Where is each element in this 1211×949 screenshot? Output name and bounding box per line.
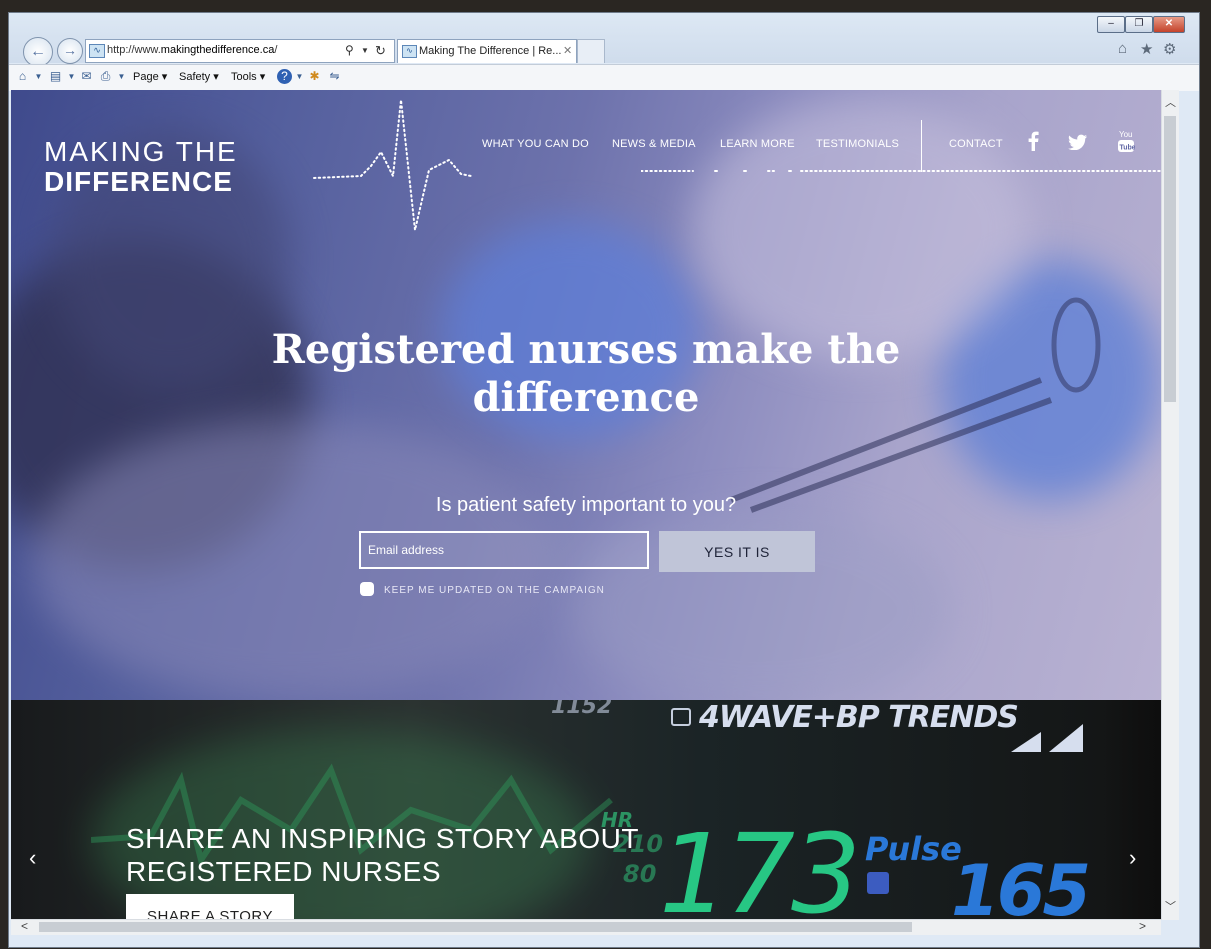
back-button[interactable]: ← <box>23 37 53 67</box>
chevron-down-icon[interactable]: ▼ <box>292 69 307 84</box>
tools-menu[interactable]: Tools ▾ <box>231 65 265 89</box>
feeds-icon[interactable]: ▤ <box>48 69 63 84</box>
chevron-left-icon[interactable]: < <box>21 919 28 933</box>
address-bar[interactable]: ∿ http://www.makingthedifference.ca/ ⚲ ▼… <box>85 39 395 63</box>
slide-title-line1: SHARE AN INSPIRING STORY ABOUT <box>126 823 639 854</box>
close-tab-icon[interactable]: ✕ <box>563 40 572 62</box>
monitor-pulse-value: 165 <box>951 850 1091 930</box>
mail-icon[interactable]: ✉ <box>79 69 94 84</box>
restore-button[interactable]: ❐ <box>1125 16 1153 33</box>
chevron-up-icon[interactable]: ︿ <box>1165 94 1176 110</box>
logo-text-bottom[interactable]: DIFFERENCE <box>44 166 233 198</box>
monitor-ramp-icon <box>1011 724 1083 752</box>
hero-headline: Registered nurses make the difference <box>271 326 901 421</box>
refresh-icon[interactable]: ↻ <box>375 40 386 61</box>
page-menu[interactable]: Page ▾ <box>133 65 167 89</box>
story-slider: 1152 4WAVE+BP TRENDS HR 210 80 173 Pulse… <box>11 700 1161 930</box>
vertical-scroll-thumb[interactable] <box>1164 116 1176 402</box>
close-window-button[interactable]: ✕ <box>1153 16 1185 33</box>
address-url: http://www.makingthedifference.ca/ <box>107 44 278 56</box>
monitor-number-top: 1152 <box>551 700 613 719</box>
monitor-big-number: 173 <box>659 810 861 930</box>
facebook-icon[interactable] <box>1026 130 1040 152</box>
hero-section: MAKING THE DIFFERENCE WHAT YOU CAN DO NE… <box>11 90 1161 700</box>
help-icon[interactable]: ? <box>277 69 292 84</box>
twitter-icon[interactable] <box>1068 134 1088 150</box>
nav-news-media[interactable]: NEWS & MEDIA <box>612 138 696 150</box>
photo-monitor-edge <box>1101 700 1161 930</box>
favorites-star-icon[interactable]: ★ <box>1140 40 1153 58</box>
nav-contact[interactable]: CONTACT <box>949 138 1003 150</box>
monitor-header: 4WAVE+BP TRENDS <box>699 700 1019 735</box>
vertical-scrollbar[interactable]: ︿ ﹀ <box>1161 90 1179 920</box>
safety-menu[interactable]: Safety ▾ <box>179 65 219 89</box>
minimize-button[interactable]: – <box>1097 16 1125 33</box>
tab-title: Making The Difference | Re... <box>419 45 562 57</box>
svg-text:Tube: Tube <box>1120 145 1136 152</box>
search-icon[interactable]: ⚲ <box>345 40 354 61</box>
chevron-down-icon[interactable]: ▼ <box>361 40 369 61</box>
keep-updated-checkbox[interactable] <box>360 582 374 596</box>
chevron-down-icon[interactable]: ﹀ <box>1165 898 1176 914</box>
nav-dotted-line <box>641 170 1161 172</box>
chevron-down-icon[interactable]: ▼ <box>114 69 129 84</box>
nav-divider <box>921 120 922 172</box>
tab-favicon-icon: ∿ <box>402 45 417 58</box>
svg-text:You: You <box>1119 130 1133 139</box>
addon-icon[interactable]: ✱ <box>307 69 322 84</box>
browser-titlebar: – ❐ ✕ ← → ∿ http://www.makingthedifferen… <box>9 13 1199 67</box>
print-icon[interactable]: ⎙ <box>98 69 113 84</box>
horizontal-scroll-thumb[interactable] <box>39 922 912 932</box>
monitor-heart-icon <box>867 872 889 894</box>
chevron-right-icon[interactable]: > <box>1139 919 1146 933</box>
new-tab-button[interactable] <box>577 39 605 63</box>
hero-question: Is patient safety important to you? <box>435 494 737 516</box>
home-icon[interactable]: ⌂ <box>15 69 30 84</box>
nav-testimonials[interactable]: TESTIMONIALS <box>816 138 899 150</box>
logo-text-top[interactable]: MAKING THE <box>44 136 238 168</box>
keep-updated-label: KEEP ME UPDATED ON THE CAMPAIGN <box>384 585 605 596</box>
nav-what-you-can-do[interactable]: WHAT YOU CAN DO <box>482 138 589 150</box>
page-viewport: MAKING THE DIFFERENCE WHAT YOU CAN DO NE… <box>11 90 1161 930</box>
chevron-down-icon[interactable]: ▼ <box>64 69 79 84</box>
chevron-right-icon[interactable]: › <box>1129 845 1136 871</box>
browser-tab[interactable]: ∿ Making The Difference | Re... ✕ <box>397 39 577 63</box>
compatibility-icon[interactable]: ⇋ <box>327 69 342 84</box>
chevron-down-icon[interactable]: ▼ <box>31 69 46 84</box>
email-field[interactable] <box>359 531 649 569</box>
site-favicon-icon: ∿ <box>89 44 105 58</box>
command-bar: ⌂ ▼ ▤ ▼ ✉ ⎙ ▼ Page ▾ Safety ▾ Tools ▾ ? … <box>9 64 1199 91</box>
home-icon[interactable]: ⌂ <box>1118 40 1127 57</box>
monitor-pulse-label: Pulse <box>865 830 962 868</box>
monitor-trends-icon <box>671 708 691 726</box>
forward-button[interactable]: → <box>57 38 83 64</box>
slide-title-line2: REGISTERED NURSES <box>126 856 441 887</box>
settings-gear-icon[interactable]: ⚙ <box>1163 40 1176 58</box>
slide-title: SHARE AN INSPIRING STORY ABOUT REGISTERE… <box>126 822 639 888</box>
horizontal-scrollbar[interactable]: < > <box>11 919 1161 935</box>
yes-it-is-button[interactable]: YES IT IS <box>659 531 815 572</box>
youtube-icon[interactable]: You Tube <box>1117 128 1135 154</box>
chevron-left-icon[interactable]: ‹ <box>29 845 36 871</box>
nav-learn-more[interactable]: LEARN MORE <box>720 138 795 150</box>
heartbeat-line-icon <box>313 99 472 231</box>
